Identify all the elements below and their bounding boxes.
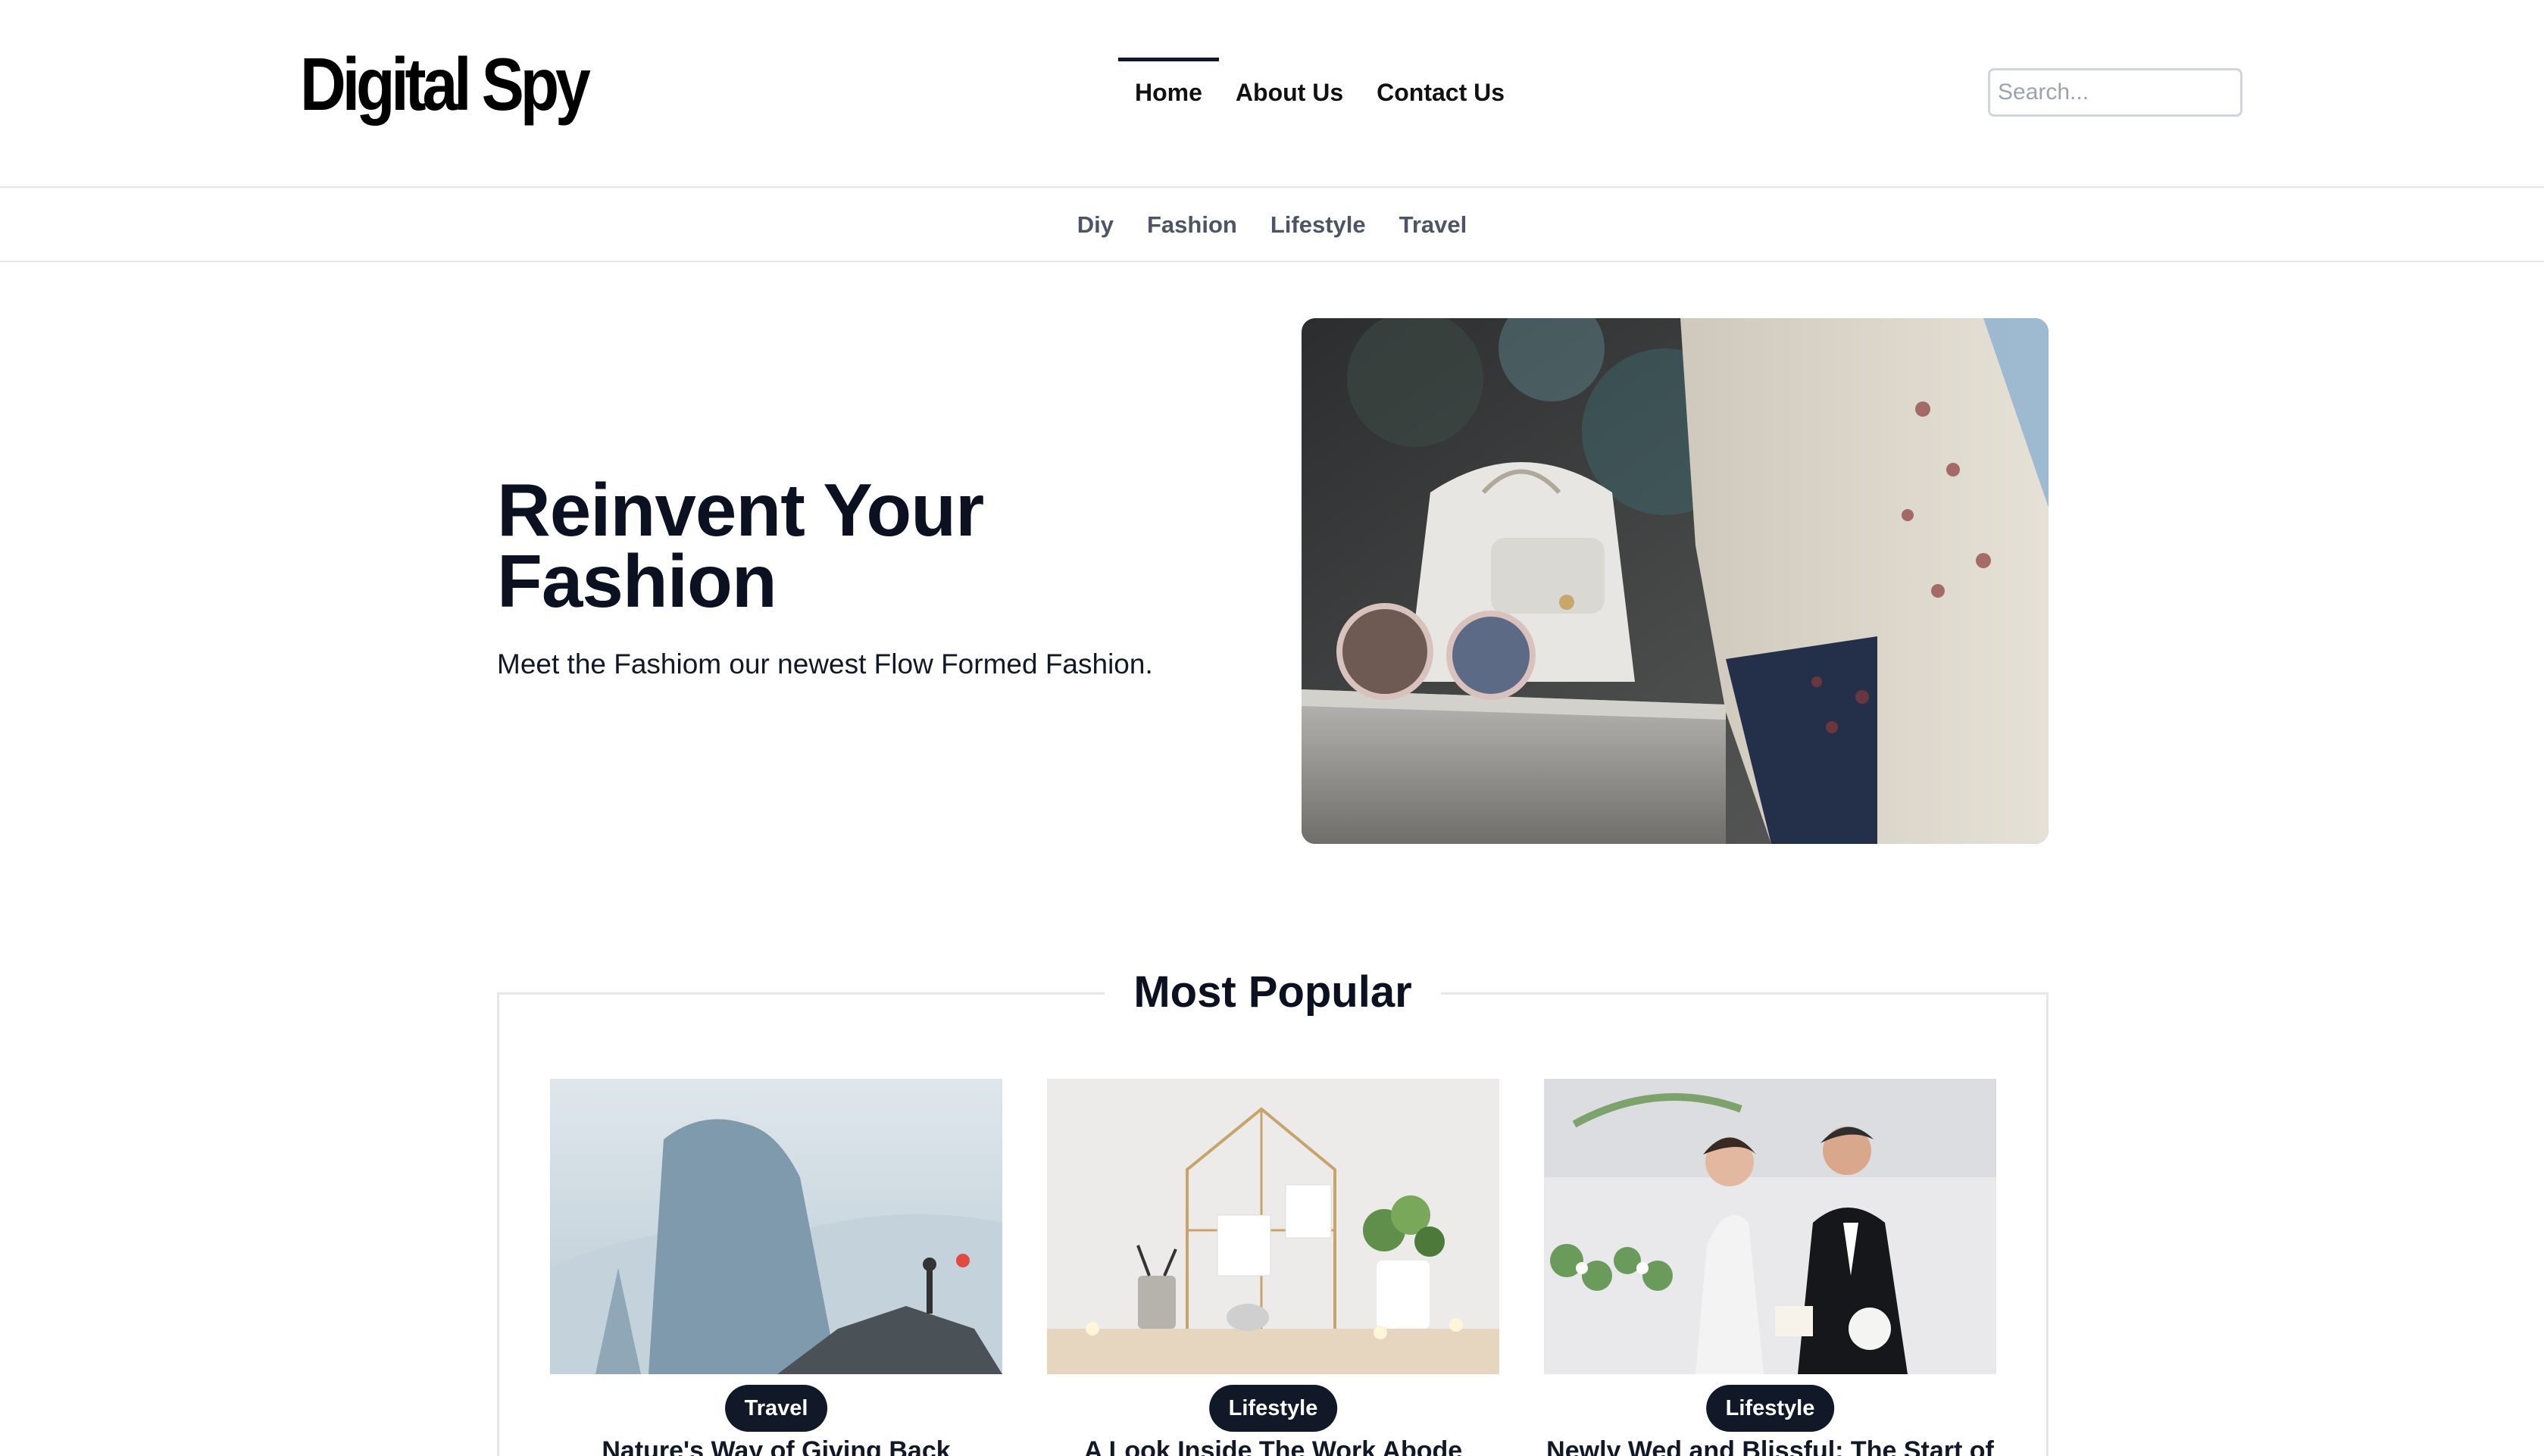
search-input[interactable] (1988, 68, 2242, 117)
article-title[interactable]: A Look Inside The Work Abode (1047, 1436, 1499, 1456)
article-title[interactable]: Newly Wed and Blissful: The Start of (1544, 1436, 1996, 1456)
category-link-travel[interactable]: Travel (1399, 211, 1467, 239)
category-nav: Diy Fashion Lifestyle Travel (0, 189, 2544, 262)
category-link-diy[interactable]: Diy (1077, 211, 1114, 239)
category-badge[interactable]: Lifestyle (1208, 1385, 1338, 1432)
hero-title: Reinvent Your Fashion (497, 468, 984, 623)
hero-image[interactable] (1302, 318, 2049, 844)
article-card[interactable]: Lifestyle A Look Inside The Work Abode (1047, 1079, 1499, 1456)
nav-about-link[interactable]: About Us (1219, 58, 1360, 126)
nav-home-link[interactable]: Home (1118, 58, 1219, 126)
article-card[interactable]: Travel Nature's Way of Giving Back (550, 1079, 1002, 1456)
category-link-fashion[interactable]: Fashion (1147, 211, 1237, 239)
article-title[interactable]: Nature's Way of Giving Back (550, 1436, 1002, 1456)
article-card[interactable]: Lifestyle Newly Wed and Blissful: The St… (1544, 1079, 1996, 1456)
site-logo[interactable]: Digital Spy (300, 47, 591, 121)
article-image[interactable] (550, 1079, 1002, 1374)
nav-contact-link[interactable]: Contact Us (1360, 58, 1521, 126)
category-badge[interactable]: Lifestyle (1705, 1385, 1835, 1432)
article-image[interactable] (1047, 1079, 1499, 1374)
category-link-lifestyle[interactable]: Lifestyle (1270, 211, 1366, 239)
article-image[interactable] (1544, 1079, 1996, 1374)
site-header: Digital Spy Home About Us Contact Us (0, 0, 2544, 188)
most-popular-heading: Most Popular (1105, 961, 1441, 1024)
main-nav: Home About Us Contact Us (1118, 58, 1521, 126)
hero-subtitle: Meet the Fashiom our newest Flow Formed … (497, 648, 1153, 680)
category-badge[interactable]: Travel (724, 1385, 828, 1432)
